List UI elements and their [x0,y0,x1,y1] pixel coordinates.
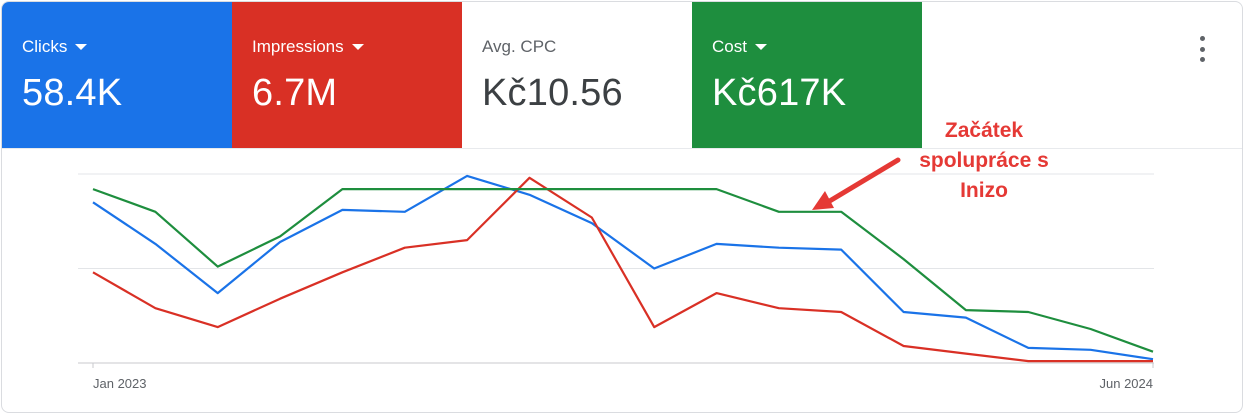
arrow-icon [812,157,901,210]
x-tick-label: Jan 2023 [93,376,147,391]
annotation-arrow-shaft [825,157,901,205]
x-tick-label: Jun 2024 [1100,376,1154,391]
chart-x-axis: Jan 2023 Jun 2024 [93,376,1153,391]
performance-card: Clicks 58.4K Impressions 6.7M Avg. CPC K… [1,1,1243,413]
line-chart: Jan 2023 Jun 2024 [78,157,1154,391]
annotation-text: Začátek spolupráce s Inizo [919,119,1049,202]
